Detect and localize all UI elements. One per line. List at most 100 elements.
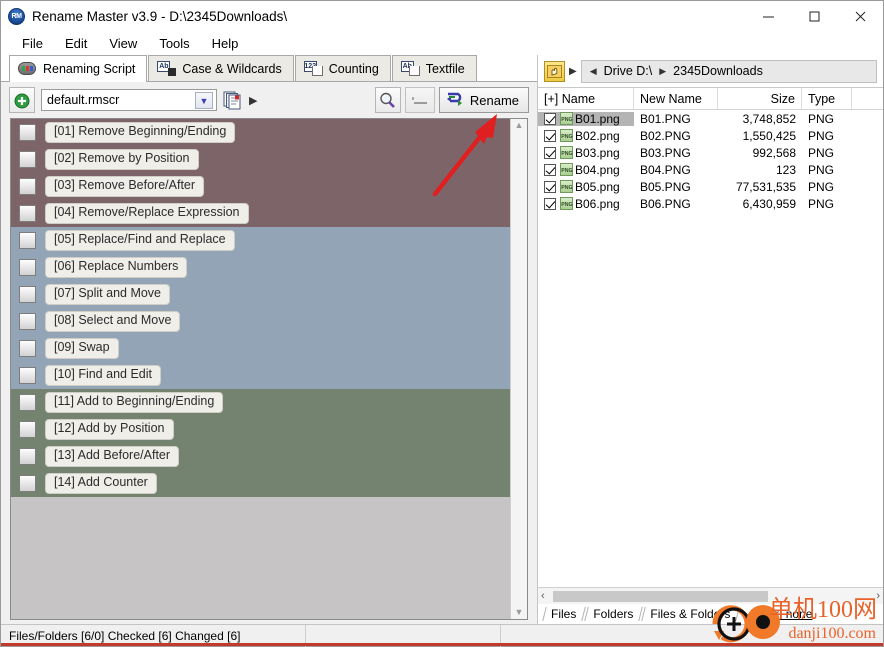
nav-back-arrow-icon[interactable]: ◀ [590,66,597,77]
add-green-plus-icon[interactable] [9,87,35,113]
maximize-icon[interactable] [791,1,837,32]
script-item-04[interactable]: [04] Remove/Replace Expression [11,200,510,227]
script-item-checkbox[interactable] [19,340,36,357]
script-item-09[interactable]: [09] Swap [11,335,510,362]
row-checkbox[interactable] [544,129,556,142]
minimize-icon[interactable] [745,1,791,32]
table-row[interactable]: PNG B02.png B02.PNG 1,550,425 PNG [538,127,883,144]
breadcrumb-drive[interactable]: Drive D:\ [604,64,653,78]
file-size: 992,568 [752,145,796,160]
script-item-12[interactable]: [12] Add by Position [11,416,510,443]
scroll-down-arrow-icon[interactable]: ▼ [515,608,524,617]
close-icon[interactable] [837,1,883,32]
undo-dash-icon[interactable] [404,87,435,113]
menu-edit[interactable]: Edit [54,34,98,53]
script-file-combo[interactable]: default.rmscr ▼ [41,89,217,111]
row-checkbox[interactable] [544,197,556,210]
script-item-checkbox[interactable] [19,151,36,168]
row-checkbox[interactable] [544,112,556,125]
menu-tools[interactable]: Tools [148,34,200,53]
script-list[interactable]: [01] Remove Beginning/Ending [02] Remove… [11,119,510,619]
script-item-06[interactable]: [06] Replace Numbers [11,254,510,281]
hscroll-thumb[interactable] [552,590,768,602]
titlebar: Rename Master v3.9 - D:\2345Downloads\ [1,1,883,32]
scroll-up-arrow-icon[interactable]: ▲ [515,121,524,130]
window-title: Rename Master v3.9 - D:\2345Downloads\ [32,9,288,24]
main-split: Renaming Script Ab Case & Wildcards 123 … [1,55,883,624]
script-item-08[interactable]: [08] Select and Move [11,308,510,335]
file-list-hscrollbar[interactable]: ‹ › [538,587,883,604]
play-triangle-icon[interactable]: ▶ [249,94,257,107]
script-item-13[interactable]: [13] Add Before/After [11,443,510,470]
tabstrip: Renaming Script Ab Case & Wildcards 123 … [1,55,537,82]
script-item-checkbox[interactable] [19,313,36,330]
filter-tab-folders[interactable]: Folders [584,606,641,622]
breadcrumb-folder[interactable]: 2345Downloads [673,64,763,78]
nav-play-icon[interactable]: ▶ [569,66,577,77]
file-type: PNG [808,128,835,143]
column-header-extra[interactable] [852,88,883,109]
script-item-05[interactable]: [05] Replace/Find and Replace [11,227,510,254]
script-item-01[interactable]: [01] Remove Beginning/Ending [11,119,510,146]
menu-file[interactable]: File [11,34,54,53]
script-item-checkbox[interactable] [19,124,36,141]
script-item-checkbox[interactable] [19,394,36,411]
script-item-07[interactable]: [07] Split and Move [11,281,510,308]
file-name: B03.png [575,145,620,160]
script-item-label: [03] Remove Before/After [45,176,205,197]
row-checkbox[interactable] [544,146,556,159]
column-header-new-name[interactable]: New Name [634,88,718,109]
rm-logo-icon [8,8,25,25]
menu-help[interactable]: Help [201,34,250,53]
breadcrumb[interactable]: ◀ Drive D:\ ▶ 2345Downloads [580,59,877,83]
script-item-label: [14] Add Counter [45,473,157,494]
script-stack-icon[interactable] [223,90,243,110]
script-item-checkbox[interactable] [19,178,36,195]
script-item-checkbox[interactable] [19,205,36,222]
script-item-checkbox[interactable] [19,367,36,384]
table-row[interactable]: PNG B05.png B05.PNG 77,531,535 PNG [538,178,883,195]
script-item-label: [10] Find and Edit [45,365,161,386]
row-checkbox[interactable] [544,180,556,193]
filter-link[interactable]: Filter: none [752,607,812,621]
folder-hand-icon[interactable] [544,60,565,82]
table-row[interactable]: PNG B03.png B03.PNG 992,568 PNG [538,144,883,161]
tab-textfile[interactable]: Ab Textfile [391,55,477,81]
script-item-02[interactable]: [02] Remove by Position [11,146,510,173]
table-row[interactable]: PNG B06.png B06.PNG 6,430,959 PNG [538,195,883,212]
script-item-checkbox[interactable] [19,475,36,492]
hscroll-left-arrow-icon[interactable]: ‹ [541,590,545,602]
script-file-value: default.rmscr [47,93,120,107]
script-item-checkbox[interactable] [19,232,36,249]
file-new-name: B04.PNG [640,162,691,177]
navigation-bar: ▶ ◀ Drive D:\ ▶ 2345Downloads [538,55,883,87]
table-row[interactable]: PNG B01.png B01.PNG 3,748,852 PNG [538,110,883,127]
hscroll-right-arrow-icon[interactable]: › [876,590,880,602]
rename-button[interactable]: Rename [438,87,529,113]
script-item-14[interactable]: [14] Add Counter [11,470,510,497]
nav-forward-arrow-icon[interactable]: ▶ [659,66,666,77]
magnifier-preview-icon[interactable] [374,87,401,113]
script-item-11[interactable]: [11] Add to Beginning/Ending [11,389,510,416]
column-header-name[interactable]: [+] Name [538,88,634,109]
row-checkbox[interactable] [544,163,556,176]
script-item-03[interactable]: [03] Remove Before/After [11,173,510,200]
filter-tab-files-folders[interactable]: Files & Folders [641,606,738,622]
filter-tab-files[interactable]: Files [542,606,584,622]
script-item-checkbox[interactable] [19,259,36,276]
script-item-checkbox[interactable] [19,448,36,465]
tab-renaming-script[interactable]: Renaming Script [9,55,148,82]
column-header-size[interactable]: Size [718,88,802,109]
menu-view[interactable]: View [98,34,148,53]
script-list-scrollbar[interactable]: ▲ ▼ [510,119,527,619]
script-item-checkbox[interactable] [19,421,36,438]
png-file-icon: PNG [560,180,573,193]
tab-counting[interactable]: 123 Counting [294,55,391,81]
combo-dropdown-arrow-icon[interactable]: ▼ [195,92,213,109]
script-item-10[interactable]: [10] Find and Edit [11,362,510,389]
column-header-type[interactable]: Type [802,88,852,109]
tab-case-wildcards[interactable]: Ab Case & Wildcards [148,55,294,81]
table-row[interactable]: PNG B04.png B04.PNG 123 PNG [538,161,883,178]
script-item-checkbox[interactable] [19,286,36,303]
script-item-label: [01] Remove Beginning/Ending [45,122,236,143]
